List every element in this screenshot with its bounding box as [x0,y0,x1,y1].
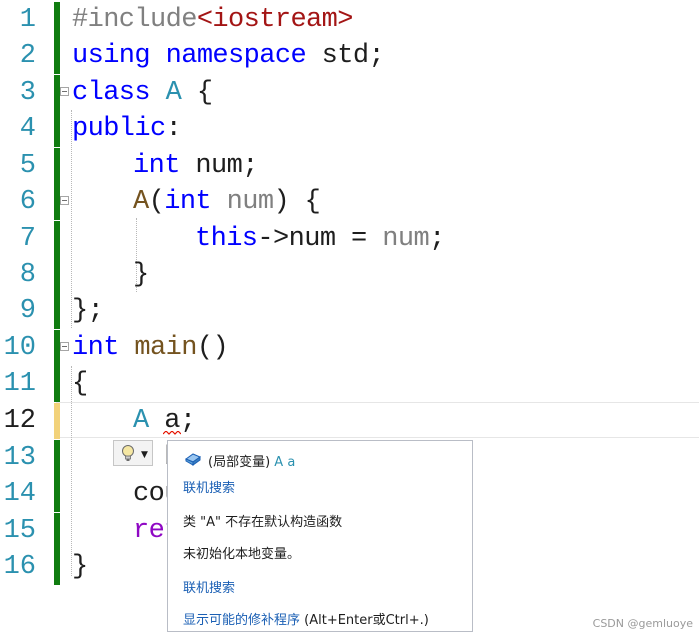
code-line-12[interactable]: 12 A a; [0,403,699,439]
change-marker [54,38,60,74]
code-text[interactable]: { [72,366,88,402]
line-number: 9 [19,296,36,326]
symbol-signature: (局部变量) A a [208,455,296,470]
change-marker [54,148,60,184]
line-number: 6 [19,187,36,217]
code-line-2[interactable]: 2 using namespace std; [0,38,699,74]
watermark: CSDN @gemluoye [592,617,693,630]
code-line-10[interactable]: 10 int main() [0,330,699,366]
line-number: 4 [19,114,36,144]
code-text[interactable]: public: [72,111,182,147]
code-line-3[interactable]: 3 class A { [0,75,699,111]
line-number: 5 [19,151,36,181]
code-text[interactable]: } [133,257,149,293]
line-number: 13 [3,443,36,473]
code-text[interactable]: using namespace std; [72,38,385,74]
change-marker [54,476,60,512]
code-text[interactable]: int main() [72,330,229,366]
change-marker [54,440,60,476]
change-marker [54,513,60,549]
change-marker [54,549,60,585]
search-online-link[interactable]: 联机搜索 [183,477,235,496]
collapse-icon[interactable] [60,87,69,96]
error-squiggle [163,431,181,435]
change-marker [54,2,60,38]
code-line-7[interactable]: 7 this->num = num; [0,221,699,257]
code-line-4[interactable]: 4 public: [0,111,699,147]
line-number: 1 [19,5,36,35]
warning-message: 未初始化本地变量。 [183,547,301,562]
code-line-8[interactable]: 8 } [0,257,699,293]
change-marker [54,111,60,147]
change-marker [54,293,60,329]
quick-actions-button[interactable]: ▼ [113,440,153,466]
code-line-6[interactable]: 6 A(int num) { [0,184,699,220]
code-line-5[interactable]: 5 int num; [0,148,699,184]
code-line-1[interactable]: 1 #include<iostream> [0,2,699,38]
quick-info-tooltip: (局部变量) A a 联机搜索 类 "A" 不存在默认构造函数 未初始化本地变量… [167,440,473,632]
code-text[interactable]: } [72,549,88,585]
change-marker [54,366,60,402]
chevron-down-icon: ▼ [141,450,148,460]
change-marker [54,221,60,257]
code-text[interactable]: this->num = num; [195,221,445,257]
line-number: 10 [3,333,36,363]
error-message: 类 "A" 不存在默认构造函数 [183,515,343,530]
code-text[interactable]: #include<iostream> [72,2,353,38]
line-number: 14 [3,479,36,509]
code-text[interactable]: A(int num) { [133,184,321,220]
line-number: 12 [3,406,36,436]
line-number: 3 [19,78,36,108]
lightbulb-icon [122,445,134,461]
line-number: 15 [3,516,36,546]
code-line-11[interactable]: 11 { [0,366,699,402]
collapse-icon[interactable] [60,196,69,205]
code-text[interactable]: int num; [133,148,258,184]
change-marker [54,257,60,293]
local-variable-icon [184,453,202,466]
show-fixes-link[interactable]: 显示可能的修补程序 (Alt+Enter或Ctrl+.) [183,609,429,628]
search-online-link-2[interactable]: 联机搜索 [183,577,235,596]
line-number: 2 [19,41,36,71]
code-text[interactable]: class A { [72,75,213,111]
line-number: 11 [3,369,36,399]
line-number: 8 [19,260,36,290]
code-line-9[interactable]: 9 }; [0,293,699,329]
line-number: 16 [3,552,36,582]
code-text[interactable]: }; [72,293,104,329]
change-marker [54,403,60,439]
line-number: 7 [19,224,36,254]
collapse-icon[interactable] [60,342,69,351]
